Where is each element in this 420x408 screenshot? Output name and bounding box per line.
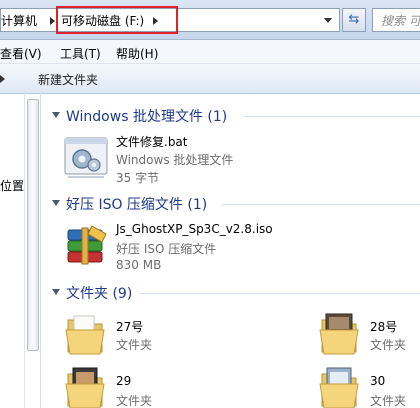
pane-divider	[40, 95, 41, 408]
menu-help[interactable]: 帮助(H)	[116, 45, 158, 62]
navigation-pane: 位置	[0, 95, 24, 408]
group-header-iso[interactable]: 好压 ISO 压缩文件 (1)	[50, 194, 420, 214]
group-title: Windows 批处理文件 (1)	[66, 109, 228, 125]
nav-item-location[interactable]: 位置	[0, 177, 24, 194]
refresh-button[interactable]: ⇆	[342, 8, 366, 32]
scrollbar-thumb[interactable]	[27, 99, 39, 351]
folder-name: 27号	[116, 320, 144, 334]
folder-type: 文件夹	[370, 394, 407, 408]
file-name: Js_GhostXP_Sp3C_v2.8.iso	[116, 222, 273, 236]
folder-name: 29	[116, 374, 132, 388]
search-input[interactable]: 搜索 可移	[372, 8, 420, 32]
folder-name: 30	[370, 374, 386, 388]
collapse-chevron-icon[interactable]	[52, 200, 60, 206]
group-header-folders[interactable]: 文件夹 (9)	[50, 283, 420, 303]
group-divider	[222, 204, 420, 205]
menu-bar: 查看(V) 工具(T) 帮助(H)	[0, 40, 420, 64]
address-dropdown-icon[interactable]	[324, 18, 332, 23]
group-title: 文件夹 (9)	[66, 286, 133, 302]
archive-iso-icon	[67, 225, 107, 265]
command-toolbar: 新建文件夹	[0, 64, 420, 94]
folder-name: 28号	[370, 320, 398, 334]
folder-icon	[319, 313, 359, 355]
file-type: Windows 批处理文件	[116, 153, 234, 167]
menu-view[interactable]: 查看(V)	[0, 45, 42, 62]
folder-type: 文件夹	[116, 394, 153, 408]
folder-type: 文件夹	[116, 338, 153, 352]
folder-type: 文件夹	[370, 338, 407, 352]
breadcrumb-computer[interactable]: 计算机	[1, 12, 37, 29]
batch-file-icon	[64, 137, 108, 178]
refresh-icon: ⇆	[348, 12, 360, 27]
toolbar-chevron-icon[interactable]	[0, 75, 5, 83]
explorer-window: 计算机 可移动磁盘 (F:) ⇆ 搜索 可移 查看(V) 工具(T) 帮助(H)…	[0, 0, 420, 408]
folder-icon	[65, 315, 105, 355]
collapse-chevron-icon[interactable]	[52, 289, 60, 295]
collapse-chevron-icon[interactable]	[52, 112, 60, 118]
folder-icon	[319, 367, 359, 408]
new-folder-button[interactable]: 新建文件夹	[38, 71, 98, 88]
chevron-right-icon[interactable]	[50, 17, 55, 25]
group-header-batch[interactable]: Windows 批处理文件 (1)	[50, 106, 420, 126]
folder-icon	[65, 367, 105, 408]
breadcrumb-highlight-box	[56, 6, 178, 34]
file-size: 830 MB	[116, 258, 162, 272]
file-type: 好压 ISO 压缩文件	[116, 242, 217, 256]
menu-tools[interactable]: 工具(T)	[60, 45, 101, 62]
group-divider	[140, 293, 420, 294]
group-title: 好压 ISO 压缩文件 (1)	[66, 197, 208, 213]
group-divider	[244, 116, 420, 117]
address-bar: 计算机 可移动磁盘 (F:) ⇆ 搜索 可移	[0, 0, 420, 40]
file-name: 文件修复.bat	[116, 135, 188, 149]
file-size: 35 字节	[116, 171, 160, 185]
